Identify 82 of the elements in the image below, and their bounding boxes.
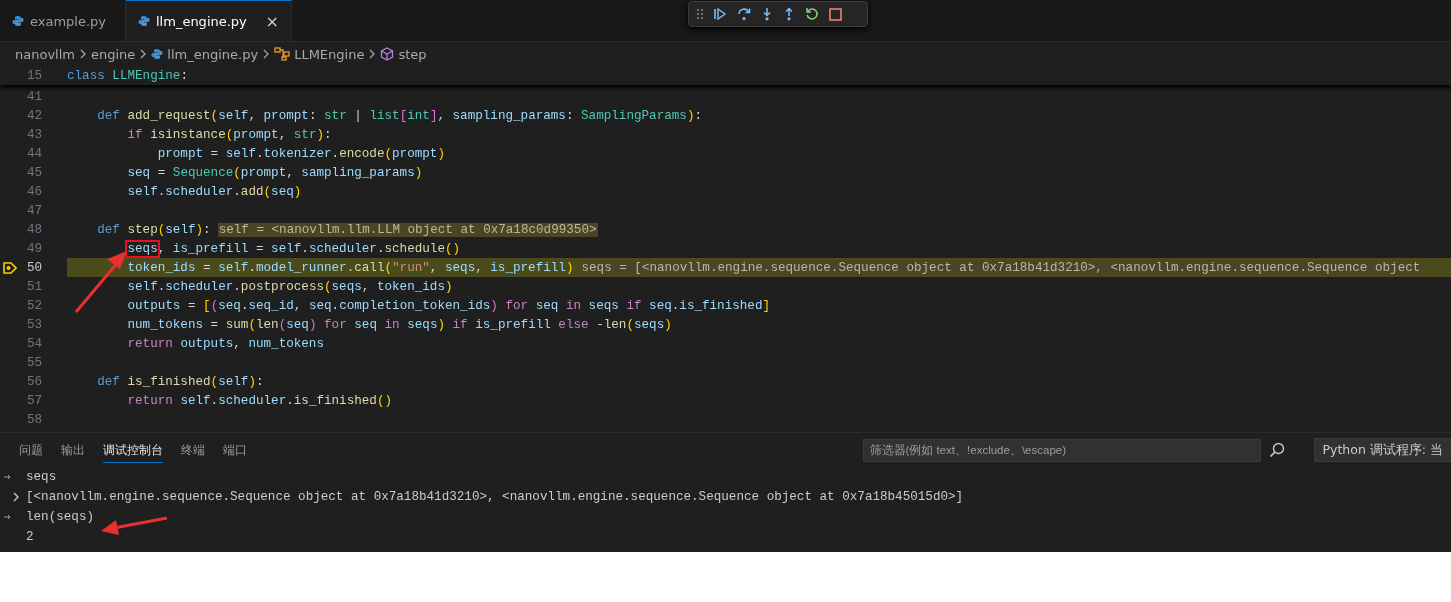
panel-tab[interactable]: 端口	[223, 437, 247, 463]
line-number: 51	[26, 279, 42, 294]
breadcrumb-item[interactable]: LLMEngine	[294, 46, 365, 62]
debug-session-dropdown[interactable]: Python 调试程序: 当	[1313, 438, 1451, 462]
code-line: def add_request(self, prompt: str | list[int], sampling_params: SamplingParams):	[96, 108, 702, 123]
panel-tab[interactable]: 输出	[61, 437, 85, 463]
stop-button[interactable]	[829, 7, 842, 21]
code-line: prompt = self.tokenizer.encode(prompt)	[156, 146, 445, 161]
code-line: self.scheduler.add(seq)	[126, 184, 302, 199]
line-number: 56	[26, 374, 42, 389]
line-number: 46	[26, 184, 42, 199]
panel-tab[interactable]: 问题	[19, 437, 43, 463]
code-line: class LLMEngine:	[67, 68, 188, 83]
annotation-arrow	[74, 251, 127, 313]
line-number: 47	[26, 203, 42, 218]
step-into-icon	[761, 7, 773, 21]
code-line: seq = Sequence(prompt, sampling_params)	[126, 165, 423, 180]
line-number: 42	[26, 108, 42, 123]
line-number: 52	[26, 298, 42, 313]
continue-button[interactable]	[713, 7, 727, 21]
console-text: [<nanovllm.engine.sequence.Sequence object at 0x7a18b41d3210>, <nanovllm.engine.sequence.Sequence object at 0x7a18b45015d0>]	[26, 490, 964, 504]
filter-field[interactable]: 筛选器(例如 text、!exclude、\escape)	[862, 438, 1261, 462]
restart-button[interactable]	[805, 7, 819, 21]
chevron-right-icon	[262, 49, 271, 59]
line-number: 45	[26, 165, 42, 180]
step-into-button[interactable]	[761, 7, 773, 21]
chevron-right-icon	[368, 49, 377, 59]
breadcrumb-item[interactable]: nanovllm	[15, 46, 75, 62]
line-number: 48	[26, 222, 42, 237]
python-file-icon	[138, 15, 150, 27]
code-line: num_tokens = sum(len(seq) for seq in seqs) if is_prefill else -len(seqs)	[126, 317, 672, 332]
prompt-arrow-icon	[4, 513, 12, 521]
annotation-arrow	[101, 516, 168, 535]
line-number: 57	[26, 393, 42, 408]
line-number: 43	[26, 127, 42, 142]
line-number: 15	[26, 68, 42, 83]
code-line: token_ids = self.model_runner.call("run", seqs, is_prefill)	[126, 260, 574, 275]
line-number: 55	[26, 355, 42, 370]
console-text: seqs	[26, 470, 57, 484]
continue-icon	[713, 7, 727, 21]
code-line: def is_finished(self):	[96, 374, 264, 389]
class-icon	[274, 47, 291, 61]
inline-value: seqs = [<nanovllm.engine.sequence.Sequence object at 0x7a18b41d3210>, <nanovllm.engine.sequence.Sequence object	[580, 260, 1422, 275]
code-line: outputs = [(seq.seq_id, seq.completion_token_ids) for seq in seqs if seq.is_finished]	[126, 298, 771, 313]
step-over-icon	[737, 7, 751, 21]
grip-icon[interactable]	[697, 8, 703, 20]
console-text: 2	[26, 530, 34, 544]
line-number: 50	[26, 260, 42, 275]
line-number: 54	[26, 336, 42, 351]
panel-tab[interactable]: 调试控制台	[103, 437, 163, 463]
breadcrumb-item[interactable]: llm_engine.py	[167, 46, 259, 62]
python-file-icon	[12, 15, 24, 27]
stop-icon	[829, 7, 842, 21]
line-number: 58	[26, 412, 42, 427]
expand-chevron-icon[interactable]	[12, 492, 20, 502]
close-icon[interactable]: ×	[265, 11, 279, 31]
restart-icon	[805, 7, 819, 21]
panel-tab[interactable]: 终端	[181, 437, 205, 463]
step-over-button[interactable]	[737, 7, 751, 21]
inline-value: self = <nanovllm.llm.LLM object at 0x7a18c0d99350>	[217, 222, 598, 237]
prompt-arrow-icon	[4, 473, 12, 481]
code-line: return outputs, num_tokens	[126, 336, 324, 351]
python-file-icon	[151, 48, 164, 60]
cube-icon	[380, 47, 395, 61]
line-number: 44	[26, 146, 42, 161]
step-out-icon	[783, 7, 795, 21]
code-line: self.scheduler.postprocess(seqs, token_ids)	[126, 279, 453, 294]
console-text: len(seqs)	[26, 510, 95, 524]
step-out-button[interactable]	[783, 7, 795, 21]
editor-tab[interactable]: llm_engine.py ×	[126, 0, 292, 41]
line-number: 41	[26, 89, 42, 104]
line-number: 49	[26, 241, 42, 256]
line-number: 53	[26, 317, 42, 332]
code-line: seqs, is_prefill = self.scheduler.schedule()	[126, 241, 461, 256]
breadcrumb-item[interactable]: step	[398, 46, 427, 62]
chevron-right-icon	[79, 49, 87, 59]
search-icon[interactable]	[1268, 442, 1285, 458]
chevron-right-icon	[139, 49, 148, 59]
breadcrumb-item[interactable]: engine	[91, 46, 136, 62]
code-line: if isinstance(prompt, str):	[126, 127, 332, 142]
code-line: return self.scheduler.is_finished()	[126, 393, 393, 408]
code-line: def step(self):	[96, 222, 211, 237]
